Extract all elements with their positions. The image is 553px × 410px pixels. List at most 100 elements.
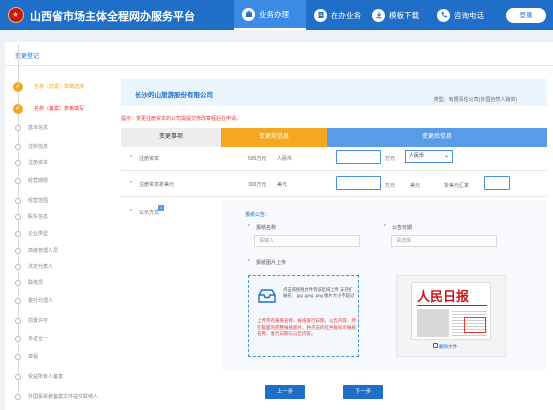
step-item[interactable]: 法定代表人	[0, 262, 110, 272]
required-mark: *	[248, 259, 250, 265]
required-mark: *	[384, 224, 386, 230]
download-icon	[372, 8, 385, 22]
step-label: 注册资本	[28, 160, 49, 166]
nav-item-templates[interactable]: 模板下载	[372, 0, 419, 30]
step-dot-icon	[15, 125, 21, 131]
company-type: 类型：有限责任公司(外国自然人独资)	[433, 97, 517, 103]
step-item[interactable]: 名称（前置）草稿选择	[0, 82, 110, 92]
step-item[interactable]: 企业类型	[0, 229, 110, 239]
step-item[interactable]: 前置许可	[0, 316, 110, 326]
info-icon[interactable]: i	[158, 205, 164, 211]
step-item[interactable]: 外国投资者备案文件提交联络人	[0, 392, 110, 402]
step-item[interactable]: 经营范围	[0, 196, 110, 206]
step-item[interactable]: 章程	[0, 352, 110, 362]
step-item[interactable]: 高级管理人员	[0, 246, 110, 256]
step-dot-icon	[15, 336, 21, 342]
newspaper-photo	[417, 309, 449, 337]
step-dot-icon	[15, 374, 21, 380]
before-capital-value: 500万元	[248, 156, 267, 162]
step-dot-icon	[15, 160, 21, 166]
nav-item-business[interactable]: 业务办理	[234, 0, 306, 30]
nav-item-hotline[interactable]: 咨询电话	[437, 0, 484, 30]
step-item[interactable]: 多证合一	[0, 334, 110, 344]
company-header: 长沙的山旅游股份有限公司 类型：有限责任公司(外国自然人独资)	[121, 79, 547, 106]
row-label-capital-usd: 注册资本折美元	[139, 182, 175, 188]
nav-item-in-progress[interactable]: 在办业务	[314, 0, 361, 30]
phone-icon	[437, 8, 450, 22]
upload-hint: 点击或拖拽文件到该区域上传 支持扩展名：.jpg .jpeg .png 图片大小…	[283, 287, 355, 298]
step-label: 外国投资者备案文件提交联络人	[28, 394, 99, 400]
step-dot-icon	[15, 280, 21, 286]
step-item[interactable]: 注册资本	[0, 158, 110, 168]
newspaper-masthead: 人民日报	[417, 290, 470, 305]
step-label: 名称（备案）表格填写	[34, 106, 85, 112]
step-label: 委托代理人	[28, 298, 54, 304]
step-dot-icon	[15, 231, 21, 237]
step-item[interactable]: 名称（备案）表格填写	[0, 104, 110, 114]
steps-track	[18, 45, 19, 400]
notice-section-label: 报纸公告：	[245, 212, 271, 218]
step-label: 经营范围	[28, 198, 49, 204]
step-label: 法定代表人	[28, 264, 54, 270]
step-dot-icon	[15, 394, 21, 400]
capital-usd-input[interactable]	[336, 176, 381, 190]
notice-date-input[interactable]: 请选择	[391, 235, 497, 247]
before-usd-value: 300万元	[248, 182, 267, 188]
check-circle-icon	[13, 82, 23, 92]
row-divider	[121, 170, 547, 171]
newspaper-thumbnail: 人民日报	[411, 282, 491, 340]
step-label: 章程	[28, 354, 39, 360]
notice-date-label: 公告日期	[392, 225, 413, 231]
newspaper-name-input[interactable]: 请输入	[254, 235, 360, 247]
capital-unit: 万元	[385, 156, 396, 162]
header-before: 变更前信息	[221, 128, 327, 147]
before-usd-currency: 美元	[277, 182, 288, 188]
before-capital-currency: 人民币	[277, 156, 293, 162]
step-item[interactable]: 联络员	[0, 278, 110, 288]
step-dot-icon	[15, 354, 21, 360]
step-label: 企业类型	[28, 231, 49, 237]
step-item[interactable]: 基本信息	[0, 123, 110, 133]
step-item[interactable]: 受益所有人备案	[0, 372, 110, 382]
delete-file-link[interactable]: 删除文件	[439, 344, 457, 350]
upload-label: 报纸图片上传	[256, 260, 287, 266]
masthead-rule	[417, 305, 487, 306]
chevron-down-icon: ⌄	[443, 153, 449, 159]
step-label: 经营期限	[28, 178, 49, 184]
step-label: 联络员	[28, 280, 44, 286]
step-label: 前置许可	[28, 318, 49, 324]
login-button[interactable]: 登录	[506, 8, 546, 23]
step-item[interactable]: 经营期限	[0, 176, 110, 186]
exchange-rate-input[interactable]	[484, 176, 510, 190]
step-dot-icon	[15, 318, 21, 324]
nav-item-label: 咨询电话	[454, 10, 484, 20]
step-dot-icon	[15, 298, 21, 304]
top-bar: 山西省市场主体全程网办服务平台 业务办理 在办业务 模板下载 咨询电话 登录	[0, 0, 553, 30]
header-after: 变更后信息	[327, 128, 547, 147]
step-dot-icon	[15, 178, 21, 184]
step-item[interactable]: 住所信息	[0, 142, 110, 152]
step-label: 股东信息	[28, 214, 49, 220]
briefcase-icon	[242, 7, 255, 21]
currency-select[interactable]: 人民币 ⌄	[405, 150, 453, 163]
step-dot-icon	[15, 248, 21, 254]
highlight-frame	[464, 317, 486, 333]
step-label: 基本信息	[28, 125, 49, 131]
step-item[interactable]: 股东信息	[0, 212, 110, 222]
currency-select-value: 人民币	[409, 153, 425, 159]
step-label: 受益所有人备案	[28, 374, 64, 380]
nav-item-label: 模板下载	[389, 10, 419, 20]
prev-button[interactable]: 上一步	[265, 385, 305, 399]
upload-dropzone[interactable]: 点击或拖拽文件到该区域上传 支持扩展名：.jpg .jpeg .png 图片大小…	[248, 275, 359, 357]
step-item[interactable]: 委托代理人	[0, 296, 110, 306]
step-label: 高级管理人员	[28, 248, 59, 254]
required-mark: *	[248, 224, 250, 230]
company-name: 长沙的山旅游股份有限公司	[135, 92, 213, 99]
capital-amount-input[interactable]	[336, 150, 381, 164]
next-button[interactable]: 下一步	[343, 385, 383, 399]
check-circle-icon	[13, 104, 23, 114]
sample-image: 人民日报 删除文件	[396, 275, 506, 357]
step-dot-icon	[15, 264, 21, 270]
step-label: 名称（前置）草稿选择	[34, 84, 85, 90]
newspaper-name-label: 报纸名称	[256, 225, 277, 231]
